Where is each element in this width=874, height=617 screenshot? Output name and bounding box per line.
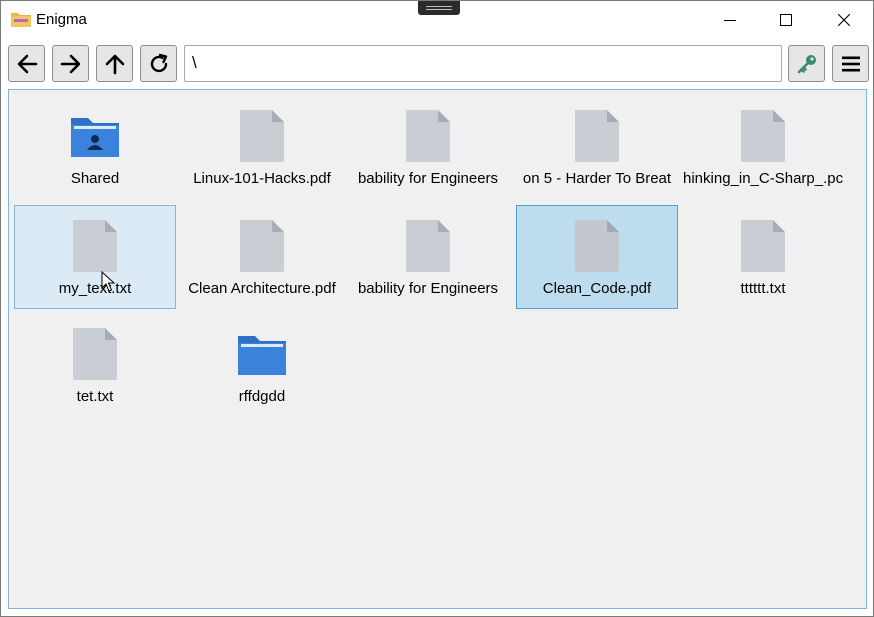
folder-item[interactable]: rffdgdd xyxy=(181,313,343,417)
arrow-right-icon xyxy=(60,54,80,73)
key-icon xyxy=(797,54,816,73)
file-item[interactable]: hinking_in_C-Sharp_.pc xyxy=(682,95,844,199)
item-label: rffdgdd xyxy=(238,388,286,405)
app-folder-icon xyxy=(11,13,31,27)
path-bar[interactable] xyxy=(184,45,782,82)
item-label: on 5 - Harder To Breat xyxy=(522,170,672,187)
folder-item-shared[interactable]: Shared xyxy=(14,95,176,199)
close-icon xyxy=(838,14,850,26)
file-icon xyxy=(575,110,619,162)
mouse-cursor-icon xyxy=(101,271,115,292)
file-item[interactable]: Clean Architecture.pdf xyxy=(181,205,343,309)
minimize-button[interactable] xyxy=(701,1,759,39)
close-button[interactable] xyxy=(815,1,873,39)
item-label: Linux-101-Hacks.pdf xyxy=(193,170,331,187)
arrow-up-icon xyxy=(105,54,124,74)
file-icon xyxy=(73,328,117,380)
back-button[interactable] xyxy=(8,45,45,82)
item-label: Clean_Code.pdf xyxy=(542,280,652,297)
hamburger-menu-icon xyxy=(841,56,860,71)
file-icon xyxy=(741,110,785,162)
file-icon xyxy=(741,220,785,272)
file-grid[interactable]: Shared Linux-101-Hacks.pdf bability for … xyxy=(8,89,867,609)
item-label: Clean Architecture.pdf xyxy=(188,280,336,297)
file-item[interactable]: my_text.txt xyxy=(14,205,176,309)
forward-button[interactable] xyxy=(52,45,89,82)
file-item[interactable]: bability for Engineers xyxy=(347,205,509,309)
item-label: tttttt.txt xyxy=(740,280,786,297)
path-input[interactable] xyxy=(185,46,772,79)
file-icon xyxy=(73,220,117,272)
file-item[interactable]: on 5 - Harder To Breat xyxy=(516,95,678,199)
drag-handle[interactable] xyxy=(418,1,460,15)
item-label: bability for Engineers xyxy=(357,280,499,297)
file-icon xyxy=(240,110,284,162)
menu-button[interactable] xyxy=(832,45,869,82)
up-button[interactable] xyxy=(96,45,133,82)
refresh-icon xyxy=(150,53,167,72)
arrow-left-icon xyxy=(17,54,37,73)
file-item[interactable]: tttttt.txt xyxy=(682,205,844,309)
file-item-selected[interactable]: Clean_Code.pdf xyxy=(516,205,678,309)
maximize-button[interactable] xyxy=(757,1,815,39)
shared-folder-icon xyxy=(71,118,119,157)
item-label: Shared xyxy=(70,170,120,187)
item-label: my_text.txt xyxy=(58,280,132,297)
key-button[interactable] xyxy=(788,45,825,82)
item-label: tet.txt xyxy=(76,388,114,405)
file-item[interactable]: tet.txt xyxy=(14,313,176,417)
app-window: Enigma \ Shared Linux-101-Hacks.pdf babi… xyxy=(0,0,874,617)
item-label: bability for Engineers xyxy=(357,170,499,187)
folder-icon xyxy=(238,336,286,375)
file-item[interactable]: bability for Engineers xyxy=(347,95,509,199)
file-icon xyxy=(575,220,619,272)
file-icon xyxy=(406,220,450,272)
title-bar[interactable]: Enigma xyxy=(1,1,873,39)
file-icon xyxy=(240,220,284,272)
window-title: Enigma xyxy=(36,11,87,28)
minimize-icon xyxy=(724,20,736,21)
refresh-button[interactable] xyxy=(140,45,177,82)
maximize-icon xyxy=(780,14,792,26)
file-icon xyxy=(406,110,450,162)
file-item[interactable]: Linux-101-Hacks.pdf xyxy=(181,95,343,199)
item-label: hinking_in_C-Sharp_.pc xyxy=(683,170,844,187)
